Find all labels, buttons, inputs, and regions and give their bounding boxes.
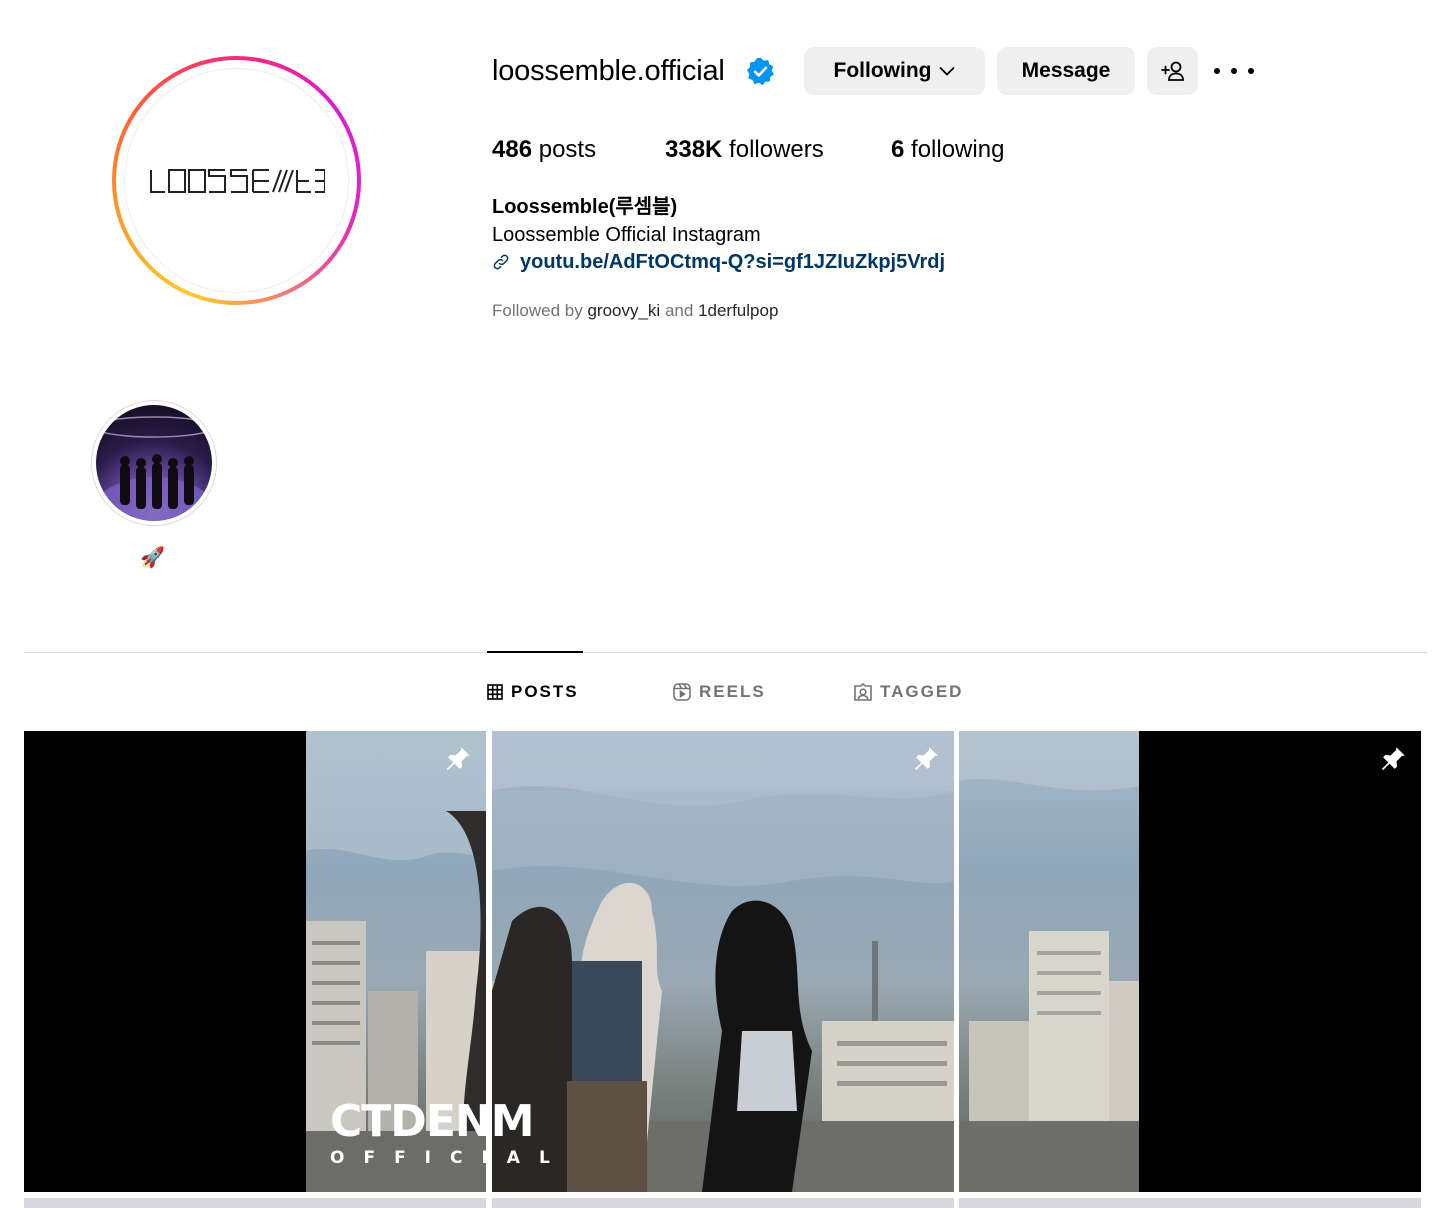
followed-by-user: groovy_ki xyxy=(587,301,661,320)
brand-logo xyxy=(124,68,349,293)
profile-avatar[interactable] xyxy=(112,56,361,305)
story-highlight[interactable] xyxy=(91,400,217,526)
followed-by[interactable]: Followed by groovy_ki and 1derfulpop xyxy=(492,300,778,322)
followers-count-value: 338K xyxy=(665,136,723,163)
tab-tagged-label: TAGGED xyxy=(880,682,964,701)
message-button[interactable]: Message xyxy=(997,47,1135,95)
verified-badge-icon xyxy=(746,57,774,86)
posts-count-value: 486 xyxy=(492,136,533,163)
city-buildings-image xyxy=(959,731,1139,1192)
posts-count-label: posts xyxy=(538,136,597,163)
pinned-post-icon xyxy=(1381,747,1405,771)
more-dot xyxy=(1248,68,1254,74)
tab-posts-label: POSTS xyxy=(511,682,579,701)
post-tile[interactable] xyxy=(959,1198,1421,1208)
more-dot xyxy=(1214,68,1220,74)
chevron-down-icon xyxy=(939,66,956,76)
following-count-label: following xyxy=(911,136,1005,163)
profile-full-name: Loossemble(루셈블) xyxy=(492,196,678,218)
highlight-label: 🚀 xyxy=(140,547,165,569)
brand-overlay-sub: OFFICIAL xyxy=(330,1148,569,1168)
profile-username: loossemble.official xyxy=(492,55,725,87)
active-tab-indicator xyxy=(487,651,583,653)
followed-by-prefix: Followed by xyxy=(492,301,583,320)
tagged-icon xyxy=(854,683,872,701)
tabs-divider xyxy=(24,652,1427,653)
tab-reels[interactable]: REELS xyxy=(673,681,766,703)
avatar-inner xyxy=(116,60,357,301)
profile-link-url[interactable]: youtu.be/AdFtOCtmq-Q?si=gf1JZIuZkpj5Vrdj xyxy=(520,248,945,276)
following-count[interactable]: 6 following xyxy=(891,134,1004,166)
post-tile[interactable] xyxy=(24,1198,486,1208)
following-button-label: Following xyxy=(833,59,932,82)
followed-by-conj: and xyxy=(664,301,694,320)
message-button-label: Message xyxy=(1021,59,1111,82)
post-image xyxy=(959,731,1139,1192)
post-tile[interactable] xyxy=(959,731,1421,1192)
profile-link: youtu.be/AdFtOCtmq-Q?si=gf1JZIuZkpj5Vrdj xyxy=(492,248,945,276)
more-options-icon[interactable] xyxy=(1214,62,1254,80)
pinned-post-icon xyxy=(914,747,938,771)
link-icon xyxy=(493,254,509,270)
following-button[interactable]: Following xyxy=(804,47,985,95)
group-photo-image xyxy=(96,416,212,521)
post-tile[interactable] xyxy=(492,1198,954,1208)
followed-by-user: 1derfulpop xyxy=(698,301,779,320)
loossemble-logo-icon xyxy=(149,168,325,193)
reels-icon xyxy=(673,683,691,701)
posts-count: 486 posts xyxy=(492,134,596,166)
brand-overlay-main: CTDENM xyxy=(330,1096,534,1147)
followers-count[interactable]: 338K followers xyxy=(665,134,824,166)
highlight-cover-image xyxy=(96,405,212,521)
tab-posts[interactable]: POSTS xyxy=(487,681,579,703)
following-count-value: 6 xyxy=(891,136,905,163)
grid-icon xyxy=(487,684,503,700)
brand-overlay-text: CTDENM OFFICIAL xyxy=(330,1096,569,1169)
add-user-icon xyxy=(1160,61,1184,81)
suggest-users-button[interactable] xyxy=(1147,47,1198,95)
followers-count-label: followers xyxy=(729,136,824,163)
tab-tagged[interactable]: TAGGED xyxy=(854,681,963,703)
profile-bio: Loossemble Official Instagram xyxy=(492,224,761,246)
pinned-post-icon xyxy=(446,747,470,771)
more-dot xyxy=(1231,68,1237,74)
tab-reels-label: REELS xyxy=(699,682,766,701)
